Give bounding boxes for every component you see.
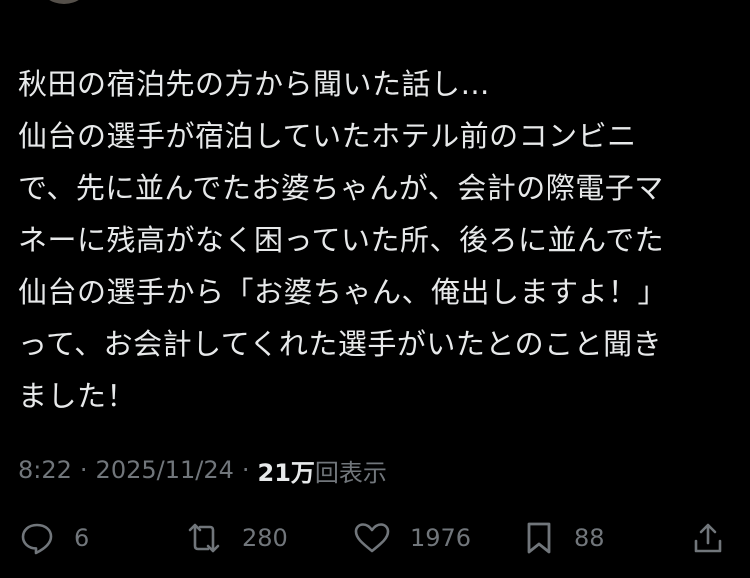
tweet-meta: 8:22 · 2025/11/24 · 21万 回表示 (18, 452, 387, 488)
reply-count: 6 (74, 524, 90, 552)
tweet-text-line: ました！ (18, 379, 137, 413)
tweet-time[interactable]: 8:22 (18, 456, 72, 484)
tweet-text-line: って、お会計してくれた選手がいたとのこと聞き (18, 327, 663, 361)
meta-separator: · (241, 456, 250, 484)
tweet-text-line: 仙台の選手から「お婆ちゃん、俺出しますよ！」 (18, 275, 668, 309)
tweet-text-line: で、先に並んでたお婆ちゃんが、会計の際電子マ (18, 171, 664, 205)
tweet-text-line: 秋田の宿泊先の方から聞いた話し… (18, 67, 491, 101)
tweet-text: 秋田の宿泊先の方から聞いた話し… 仙台の選手が宿泊していたホテル前のコンビニ で… (18, 58, 738, 422)
view-label: 回表示 (314, 458, 387, 487)
repost-count: 280 (242, 524, 288, 552)
like-button[interactable]: 1976 (352, 516, 471, 560)
repost-button[interactable]: 280 (184, 516, 288, 560)
tweet-date[interactable]: 2025/11/24 (96, 456, 234, 484)
meta-separator: · (79, 456, 88, 484)
tweet-text-line: 仙台の選手が宿泊していたホテル前のコンビニ (18, 119, 637, 153)
avatar[interactable] (40, 0, 88, 4)
reply-button[interactable]: 6 (18, 516, 89, 560)
share-button[interactable] (689, 516, 727, 560)
share-icon (689, 519, 727, 557)
bookmark-count: 88 (574, 524, 605, 552)
bookmark-icon (522, 519, 556, 557)
heart-icon (352, 519, 392, 557)
action-bar: 6 280 1976 88 (0, 516, 750, 560)
repost-icon (184, 519, 224, 557)
bookmark-button[interactable]: 88 (522, 516, 605, 560)
view-count[interactable]: 21万 (258, 453, 315, 488)
tweet-text-line: ネーに残高がなく困っていた所、後ろに並んでた (18, 223, 665, 257)
reply-icon (18, 519, 56, 557)
like-count: 1976 (410, 524, 472, 552)
